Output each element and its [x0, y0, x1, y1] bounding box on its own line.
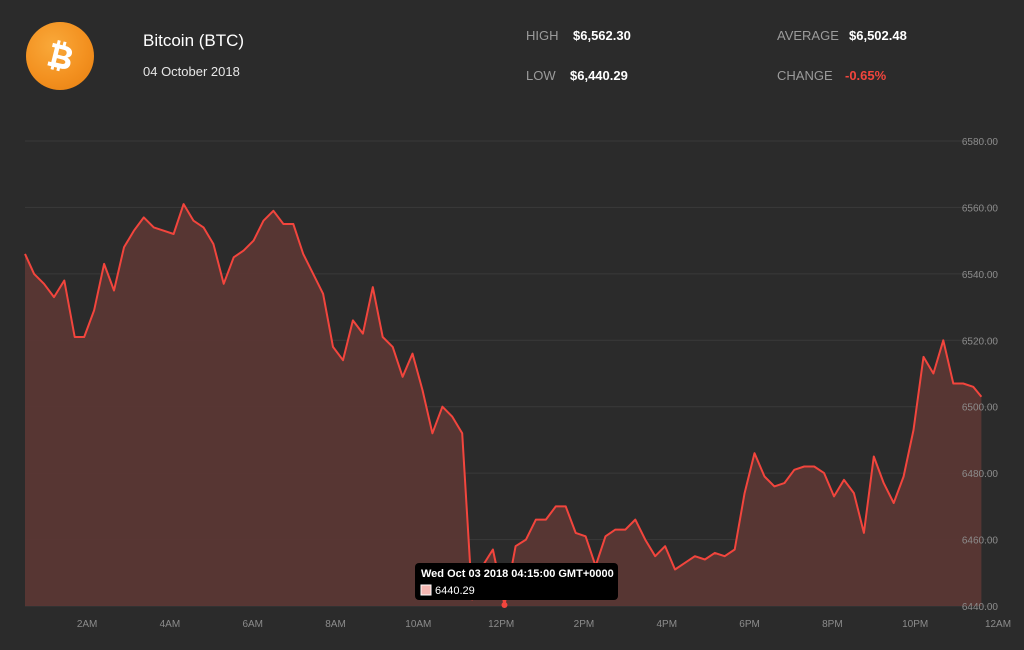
- y-tick-label: 6440.00: [962, 602, 999, 613]
- tooltip-value: 6440.29: [435, 585, 475, 597]
- y-tick-label: 6560.00: [962, 203, 999, 214]
- y-tick-label: 6500.00: [962, 403, 999, 414]
- x-tick-label: 4AM: [160, 619, 181, 630]
- y-tick-label: 6480.00: [962, 469, 999, 480]
- x-tick-label: 6PM: [739, 619, 760, 630]
- x-tick-label: 6AM: [242, 619, 263, 630]
- y-tick-label: 6540.00: [962, 270, 999, 281]
- marker-layer: [501, 602, 508, 609]
- highlight-point: [501, 602, 508, 609]
- x-tick-label: 12PM: [488, 619, 514, 630]
- x-tick-label: 4PM: [656, 619, 677, 630]
- x-tick-label: 2PM: [574, 619, 595, 630]
- x-tick-label: 8AM: [325, 619, 346, 630]
- x-axis-ticks: 2AM 4AM 6AM 8AM 10AM 12PM 2PM 4PM 6PM 8PM 10PM 12AM: [77, 619, 1011, 630]
- tooltip-title: Wed Oct 03 2018 04:15:00 GMT+0000: [421, 568, 614, 580]
- price-chart[interactable]: 6580.00 6560.00 6540.00 6520.00 6500.00 6480.…: [0, 0, 1024, 650]
- x-tick-label: 12AM: [985, 619, 1011, 630]
- price-area-fill: [25, 204, 982, 606]
- x-tick-label: 8PM: [822, 619, 843, 630]
- x-tick-label: 2AM: [77, 619, 98, 630]
- x-tick-label: 10PM: [902, 619, 928, 630]
- tooltip: Wed Oct 03 2018 04:15:00 GMT+0000 6440.2…: [415, 563, 618, 600]
- y-tick-label: 6460.00: [962, 536, 999, 547]
- y-tick-label: 6520.00: [962, 336, 999, 347]
- y-tick-label: 6580.00: [962, 137, 999, 148]
- x-tick-label: 10AM: [405, 619, 431, 630]
- y-axis-ticks: 6580.00 6560.00 6540.00 6520.00 6500.00 6480.…: [962, 137, 999, 613]
- tooltip-swatch: [420, 584, 432, 596]
